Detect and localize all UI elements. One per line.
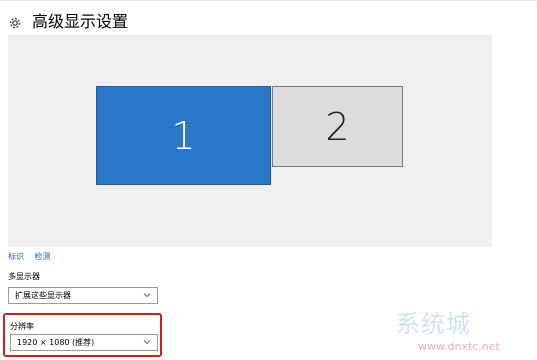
- resolution-label: 分辨率: [10, 322, 34, 331]
- monitor-2[interactable]: 2: [272, 86, 403, 167]
- page-header: 高级显示设置: [8, 9, 128, 35]
- display-links: 标识 检测: [8, 251, 59, 262]
- gear-icon: [8, 15, 22, 29]
- multiple-displays-dropdown[interactable]: 扩展这些显示器: [8, 287, 158, 304]
- watermark-url: www.dnxtc.net: [418, 340, 500, 353]
- monitor-2-number: 2: [325, 104, 350, 149]
- detect-link[interactable]: 检测: [35, 252, 51, 261]
- resolution-dropdown[interactable]: 1920 × 1080 (推荐): [10, 334, 158, 351]
- multiple-displays-value: 扩展这些显示器: [15, 291, 71, 300]
- chevron-down-icon: [142, 290, 152, 300]
- page-title: 高级显示设置: [32, 12, 129, 31]
- monitor-1-number: 1: [171, 113, 196, 158]
- top-divider: [0, 0, 537, 1]
- monitor-1[interactable]: 1: [96, 86, 271, 185]
- display-arrangement-canvas: 1 2: [8, 35, 492, 247]
- resolution-value: 1920 × 1080 (推荐): [17, 338, 95, 347]
- chevron-down-icon: [142, 337, 152, 347]
- watermark-logo: 系统城: [396, 310, 471, 338]
- identify-link[interactable]: 标识: [8, 252, 24, 261]
- multiple-displays-label: 多显示器: [8, 272, 40, 281]
